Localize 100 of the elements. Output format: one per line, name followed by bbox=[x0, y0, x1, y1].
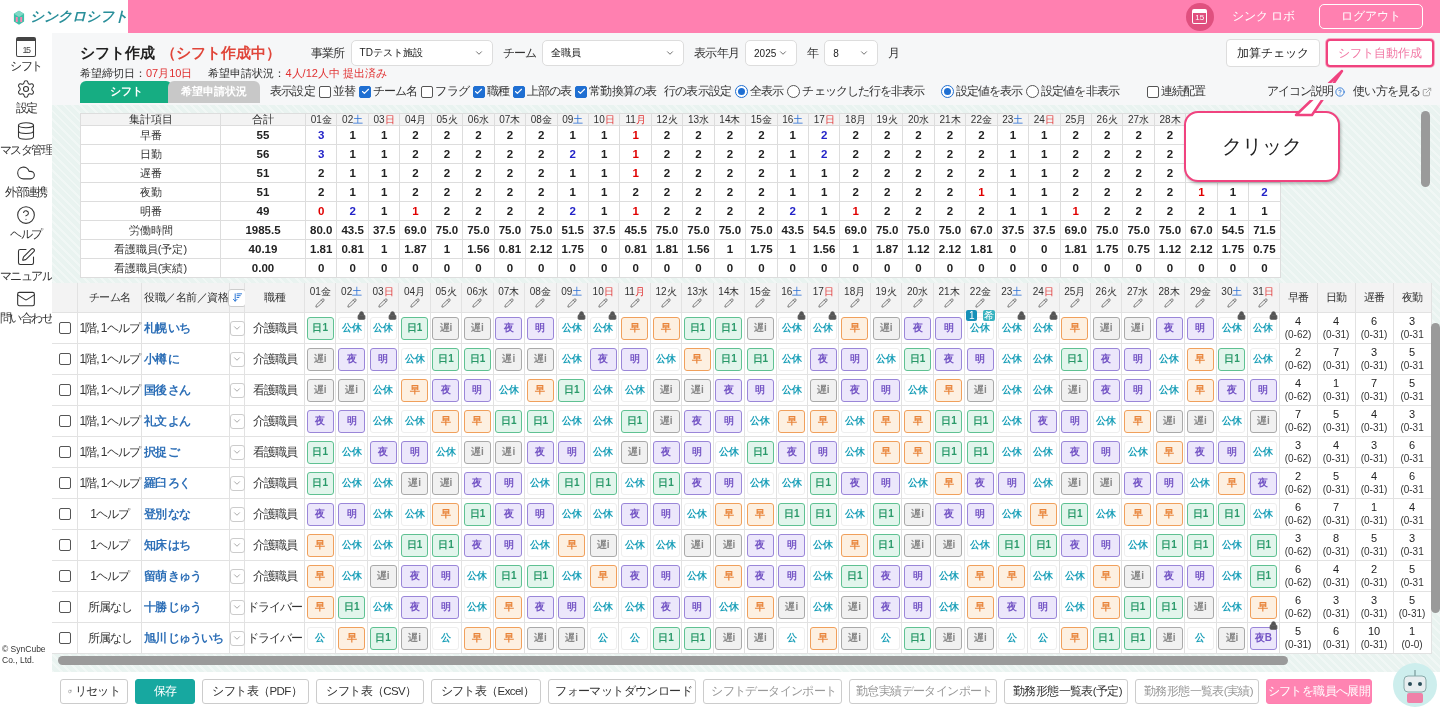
shift-chip[interactable]: 早 bbox=[621, 316, 649, 340]
shift-chip[interactable]: 日1 bbox=[1249, 533, 1277, 557]
help-link[interactable]: 使い方を見る bbox=[1351, 83, 1434, 100]
shift-chip[interactable]: 日1 bbox=[904, 626, 932, 650]
shift-chip[interactable]: 早 bbox=[872, 409, 900, 433]
staff-name[interactable]: 択捉 ご bbox=[142, 443, 180, 461]
shift-chip[interactable]: 日1 bbox=[432, 347, 460, 371]
edit-icon[interactable] bbox=[912, 298, 923, 308]
shift-chip[interactable]: 公休 bbox=[369, 533, 397, 557]
shift-chip[interactable]: 公休 bbox=[809, 316, 837, 340]
shift-chip[interactable]: 公休 bbox=[683, 564, 711, 588]
shift-chip[interactable]: 遅i bbox=[966, 626, 994, 650]
shift-chip[interactable]: 明 bbox=[715, 471, 743, 495]
shift-chip[interactable]: 日1 bbox=[558, 378, 586, 402]
shift-chip[interactable]: 早 bbox=[966, 564, 994, 588]
shift-chip[interactable]: 夜 bbox=[495, 502, 523, 526]
shift-chip[interactable]: 夜 bbox=[966, 471, 994, 495]
shift-chip[interactable]: 早 bbox=[1218, 471, 1246, 495]
shift-chip[interactable]: 公休 bbox=[558, 316, 586, 340]
sidebar-item[interactable]: 15 シフト bbox=[10, 37, 42, 75]
shift-chip[interactable]: 夜 bbox=[306, 502, 334, 526]
shift-chip[interactable]: 公休 bbox=[401, 409, 429, 433]
shift-chip[interactable]: 明 bbox=[369, 347, 397, 371]
shift-chip[interactable]: 公休 bbox=[715, 595, 743, 619]
shift-chip[interactable]: 遅i bbox=[1061, 378, 1089, 402]
radio-button[interactable] bbox=[940, 85, 954, 98]
shift-chip[interactable]: 遅i bbox=[1124, 316, 1152, 340]
shift-chip[interactable]: 早 bbox=[1155, 502, 1183, 526]
shift-chip[interactable]: 早 bbox=[652, 316, 680, 340]
shift-chip[interactable]: 明 bbox=[872, 471, 900, 495]
robot-avatar[interactable] bbox=[1392, 662, 1438, 708]
vertical-scrollbar[interactable] bbox=[1431, 323, 1440, 613]
shift-chip[interactable]: 日1 bbox=[683, 316, 711, 340]
shift-chip[interactable]: 公休 bbox=[526, 533, 554, 557]
shift-chip[interactable]: 日1 bbox=[872, 533, 900, 557]
shift-chip[interactable]: 日1 bbox=[683, 626, 711, 650]
shift-chip[interactable]: 早 bbox=[904, 440, 932, 464]
action-button[interactable]: シフト表（CSV） bbox=[316, 678, 424, 704]
shift-chip[interactable]: 公休 bbox=[369, 378, 397, 402]
shift-chip[interactable]: 明 bbox=[463, 378, 491, 402]
shift-chip[interactable]: 明 bbox=[935, 316, 963, 340]
team-select[interactable]: 全職員 bbox=[542, 40, 685, 66]
edit-icon[interactable] bbox=[1132, 298, 1143, 308]
shift-chip[interactable]: 明 bbox=[1218, 440, 1246, 464]
shift-chip[interactable]: 明 bbox=[683, 440, 711, 464]
shift-chip[interactable]: 公休 bbox=[966, 533, 994, 557]
shift-chip[interactable]: 明 bbox=[904, 595, 932, 619]
shift-chip[interactable]: 公休 bbox=[589, 409, 617, 433]
shift-chip[interactable]: 日1 bbox=[1218, 347, 1246, 371]
row-checkbox[interactable] bbox=[58, 508, 71, 520]
shift-chip[interactable]: 公休 bbox=[1155, 347, 1183, 371]
checkbox[interactable] bbox=[1146, 85, 1159, 98]
edit-icon[interactable] bbox=[818, 298, 829, 308]
shift-chip[interactable]: 日1 bbox=[872, 502, 900, 526]
shift-chip[interactable]: 日1 bbox=[1186, 502, 1214, 526]
shift-chip[interactable]: 公休 bbox=[1029, 347, 1057, 371]
shift-chip[interactable]: 夜 bbox=[872, 564, 900, 588]
checkbox[interactable] bbox=[421, 85, 434, 98]
shift-chip[interactable]: 公休 bbox=[998, 502, 1026, 526]
shift-chip[interactable]: 明 bbox=[683, 595, 711, 619]
shift-chip[interactable]: 公 bbox=[621, 626, 649, 650]
edit-icon[interactable] bbox=[723, 298, 734, 308]
shift-chip[interactable]: 公休 bbox=[652, 533, 680, 557]
shift-chip[interactable]: 公 bbox=[1029, 626, 1057, 650]
office-select[interactable]: TDテスト施設 bbox=[350, 40, 493, 66]
shift-chip[interactable]: 公休 bbox=[369, 502, 397, 526]
shift-chip[interactable]: 遅i bbox=[652, 378, 680, 402]
shift-chip[interactable]: 夜 bbox=[621, 502, 649, 526]
edit-icon[interactable] bbox=[1038, 298, 1049, 308]
staff-name[interactable]: 旭川 じゅういち bbox=[142, 629, 224, 647]
shift-chip[interactable]: 公休 bbox=[809, 595, 837, 619]
shift-chip[interactable]: 早 bbox=[1092, 564, 1120, 588]
shift-chip[interactable]: 夜 bbox=[432, 378, 460, 402]
shift-chip[interactable]: 明 bbox=[1124, 347, 1152, 371]
edit-icon[interactable] bbox=[535, 298, 546, 308]
shift-chip[interactable]: 早 bbox=[1124, 502, 1152, 526]
shift-chip[interactable]: 日1 bbox=[935, 409, 963, 433]
shift-chip[interactable]: 日1 bbox=[715, 316, 743, 340]
shift-chip[interactable]: 遅i bbox=[1218, 626, 1246, 650]
shift-chip[interactable]: 早 bbox=[809, 626, 837, 650]
shift-chip[interactable]: 早 bbox=[306, 595, 334, 619]
shift-chip[interactable]: 夜 bbox=[1092, 378, 1120, 402]
shift-chip[interactable]: 公休 bbox=[495, 378, 523, 402]
month-select[interactable]: 8 bbox=[824, 40, 879, 66]
shift-chip[interactable]: 早 bbox=[904, 409, 932, 433]
shift-chip[interactable]: 公休 bbox=[904, 471, 932, 495]
shift-chip[interactable]: 公休 bbox=[1061, 595, 1089, 619]
shift-chip[interactable]: 公休 bbox=[338, 564, 366, 588]
shift-chip[interactable]: 公休 bbox=[369, 409, 397, 433]
shift-chip[interactable]: 早 bbox=[715, 502, 743, 526]
year-select[interactable]: 2025 bbox=[745, 40, 798, 66]
shift-chip[interactable]: 遅i bbox=[463, 440, 491, 464]
shift-chip[interactable]: 公休 bbox=[935, 564, 963, 588]
shift-chip[interactable]: 早 bbox=[306, 533, 334, 557]
staff-name[interactable]: 小樽 に bbox=[142, 350, 180, 368]
shift-chip[interactable]: 公休 bbox=[1249, 316, 1277, 340]
sidebar-item[interactable]: ヘルプ bbox=[10, 205, 42, 243]
shift-chip[interactable]: 日1 bbox=[369, 626, 397, 650]
edit-icon[interactable] bbox=[1101, 298, 1112, 308]
shift-chip[interactable]: 早 bbox=[715, 564, 743, 588]
